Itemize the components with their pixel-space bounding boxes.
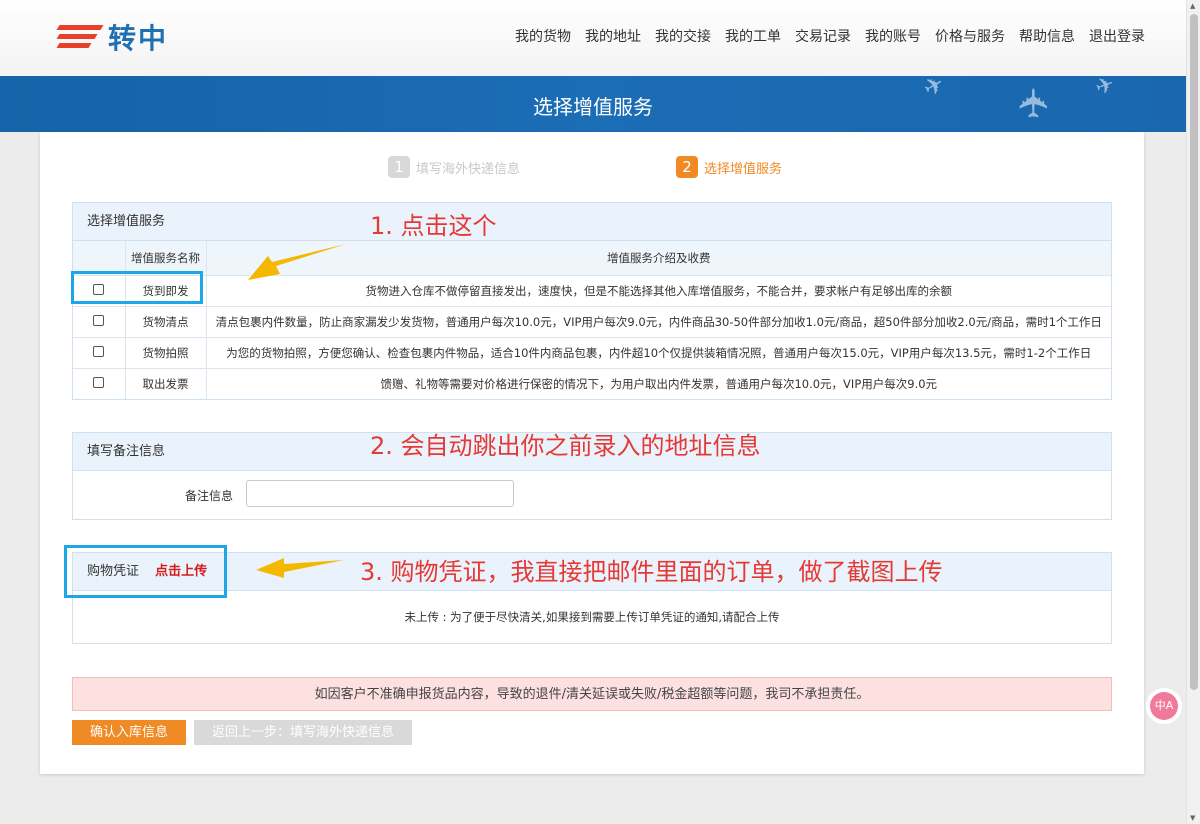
service-name: 取出发票 bbox=[124, 367, 206, 399]
banner-title: 选择增值服务 bbox=[533, 95, 653, 119]
page-banner: ✈ ✈ ✈ 选择增值服务 bbox=[0, 76, 1186, 132]
highlight-box-service bbox=[71, 271, 203, 304]
step-number: 2 bbox=[676, 156, 698, 178]
table-row: 货到即发 货物进入仓库不做停留直接发出，速度快，但是不能选择其他入库增值服务，不… bbox=[73, 274, 1111, 306]
brand-name: 转中 bbox=[108, 22, 169, 55]
section-title: 选择增值服务 bbox=[73, 203, 1111, 241]
table-row: 取出发票 馈赠、礼物等需要对价格进行保密的情况下，为用户取出内件发票，普通用户每… bbox=[73, 367, 1111, 399]
site-logo[interactable]: 转中 bbox=[52, 18, 168, 56]
site-header: 转中 我的货物 我的地址 我的交接 我的工单 交易记录 我的账号 价格与服务 帮… bbox=[0, 0, 1186, 76]
services-table: 增值服务名称 增值服务介绍及收费 货到即发 货物进入仓库不做停留直接发出，速度快… bbox=[73, 241, 1111, 399]
scrollbar-thumb[interactable] bbox=[1190, 14, 1198, 690]
translate-float-button[interactable]: 中A bbox=[1150, 692, 1178, 720]
service-desc: 为您的货物拍照，方便您确认、检查包裹内件物品，适合10件内商品包裹，内件超10个… bbox=[205, 336, 1111, 368]
nav-logout[interactable]: 退出登录 bbox=[1089, 26, 1145, 46]
table-row: 货物清点 清点包裹内件数量，防止商家漏发少发货物，普通用户每次10.0元，VIP… bbox=[73, 305, 1111, 337]
remark-row: 备注信息 bbox=[73, 471, 1111, 519]
arrow-icon bbox=[248, 244, 346, 280]
logo-icon bbox=[52, 21, 104, 53]
nav-my-tickets[interactable]: 我的工单 bbox=[725, 26, 781, 46]
scroll-up-icon[interactable]: ▲ bbox=[1190, 2, 1195, 10]
remark-label: 备注信息 bbox=[185, 489, 234, 503]
nav-help[interactable]: 帮助信息 bbox=[1019, 26, 1075, 46]
service-checkbox[interactable] bbox=[93, 345, 105, 357]
table-row: 货物拍照 为您的货物拍照，方便您确认、检查包裹内件物品，适合10件内商品包裹，内… bbox=[73, 336, 1111, 368]
disclaimer-banner: 如因客户不准确申报货品内容，导致的退件/清关延误或失败/税金超额等问题，我司不承… bbox=[72, 677, 1112, 711]
upload-status: 未上传 : 为了便于尽快清关,如果接到需要上传订单凭证的通知,请配合上传 bbox=[404, 610, 780, 624]
back-button[interactable]: 返回上一步：填写海外快递信息 bbox=[194, 720, 412, 745]
confirm-button[interactable]: 确认入库信息 bbox=[72, 720, 186, 745]
service-desc: 清点包裹内件数量，防止商家漏发少发货物，普通用户每次10.0元，VIP用户每次9… bbox=[205, 305, 1111, 337]
nav-my-account[interactable]: 我的账号 bbox=[865, 26, 921, 46]
nav-my-address[interactable]: 我的地址 bbox=[585, 26, 641, 46]
annotation-step2: 2. 会自动跳出你之前录入的地址信息 bbox=[370, 432, 761, 460]
nav-pricing[interactable]: 价格与服务 bbox=[935, 26, 1005, 46]
page-scrollbar[interactable]: ▲ ▼ bbox=[1186, 0, 1200, 824]
step-label: 填写海外快递信息 bbox=[416, 161, 521, 177]
step-label: 选择增值服务 bbox=[704, 161, 783, 177]
main-nav: 我的货物 我的地址 我的交接 我的工单 交易记录 我的账号 价格与服务 帮助信息… bbox=[501, 26, 1145, 46]
nav-my-handover[interactable]: 我的交接 bbox=[655, 26, 711, 46]
step-indicator: 1 填写海外快递信息 2 选择增值服务 bbox=[40, 156, 1144, 180]
annotation-step1: 1. 点击这个 bbox=[370, 212, 497, 240]
service-desc: 馈赠、礼物等需要对价格进行保密的情况下，为用户取出内件发票，普通用户每次10.0… bbox=[205, 367, 1111, 399]
arrow-icon bbox=[256, 558, 344, 578]
service-checkbox[interactable] bbox=[93, 376, 105, 388]
remark-input[interactable] bbox=[246, 480, 514, 507]
services-section: 选择增值服务 增值服务名称 增值服务介绍及收费 货到即发 货物进入仓库不做停留直… bbox=[72, 202, 1112, 400]
service-name: 货物清点 bbox=[124, 305, 206, 337]
highlight-box-upload bbox=[64, 545, 227, 598]
annotation-step3: 3. 购物凭证，我直接把邮件里面的订单，做了截图上传 bbox=[360, 558, 943, 586]
nav-transactions[interactable]: 交易记录 bbox=[795, 26, 851, 46]
column-header bbox=[73, 241, 125, 275]
step-fill-express-info: 1 填写海外快递信息 bbox=[388, 156, 520, 178]
service-checkbox[interactable] bbox=[93, 314, 105, 326]
scroll-down-icon[interactable]: ▼ bbox=[1190, 814, 1195, 822]
service-name: 货物拍照 bbox=[124, 336, 206, 368]
step-number: 1 bbox=[388, 156, 410, 178]
step-select-services: 2 选择增值服务 bbox=[676, 156, 782, 178]
nav-my-goods[interactable]: 我的货物 bbox=[515, 26, 571, 46]
column-header: 增值服务名称 bbox=[124, 241, 206, 275]
